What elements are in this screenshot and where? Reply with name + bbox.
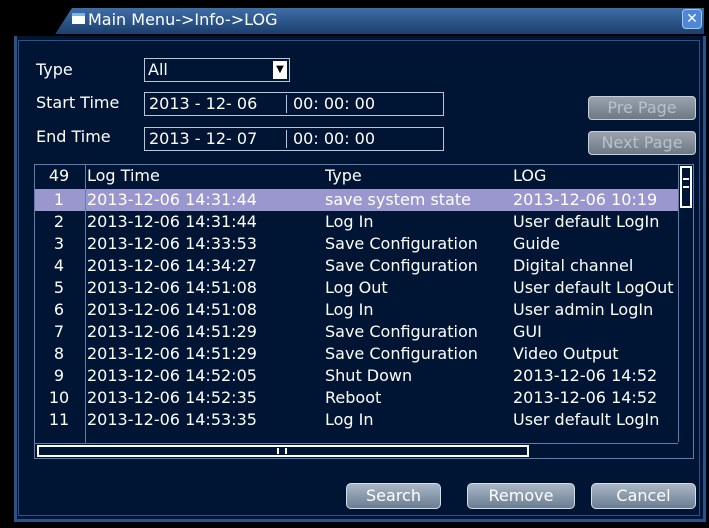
log-type-cell: Save Configuration [325, 322, 478, 341]
log-type-cell: Save Configuration [325, 256, 478, 275]
table-row[interactable]: 11 2013-12-06 14:53:35 Log In User default … [35, 409, 679, 431]
log-type-cell: Log In [325, 410, 374, 429]
remove-button[interactable]: Remove [467, 483, 575, 509]
end-time-input[interactable]: 2013 - 12- 07 00: 00: 00 [144, 127, 444, 151]
log-detail-cell: Video Output [513, 344, 619, 363]
log-time-cell: 2013-12-06 14:53:35 [87, 410, 257, 429]
search-button[interactable]: Search [346, 483, 441, 509]
table-row[interactable]: 4 2013-12-06 14:34:27 Save Configuration Di… [35, 255, 679, 277]
next-page-button[interactable]: Next Page [588, 131, 696, 155]
row-number: 6 [53, 300, 65, 319]
log-time-cell: 2013-12-06 14:33:53 [87, 234, 257, 253]
log-detail-cell: User default LogIn [513, 212, 660, 231]
log-detail-cell: 2013-12-06 14:52 [513, 366, 658, 385]
scroll-thumb[interactable] [680, 166, 692, 208]
log-type-cell: Log Out [325, 278, 388, 297]
divider [286, 95, 287, 113]
log-type-cell: Shut Down [325, 366, 413, 385]
table-row[interactable]: 3 2013-12-06 14:33:53 Save Configuration Gu… [35, 233, 679, 255]
row-number: 8 [53, 344, 65, 363]
log-header[interactable]: LOG [513, 165, 679, 186]
type-select[interactable]: All ▼ [144, 58, 290, 82]
log-detail-cell: User admin LogIn [513, 300, 654, 319]
chevron-down-icon[interactable]: ▼ [273, 61, 287, 79]
log-time-header[interactable]: Log Time [87, 165, 315, 186]
log-window: Main Menu->Info->LOG ✕ Type All ▼ Start … [0, 0, 709, 528]
scroll-thumb[interactable] [37, 445, 529, 457]
row-number: 9 [53, 366, 65, 385]
column-divider [85, 165, 86, 443]
end-time-value[interactable]: 00: 00: 00 [293, 128, 375, 150]
log-type-cell: Save Configuration [325, 234, 478, 253]
horizontal-scrollbar[interactable] [35, 443, 678, 458]
log-detail-cell: 2013-12-06 10:19 [513, 190, 658, 209]
log-detail-cell: Guide [513, 234, 560, 253]
end-date-value[interactable]: 2013 - 12- 07 [149, 128, 257, 150]
log-time-cell: 2013-12-06 14:52:05 [87, 366, 257, 385]
window-title: Main Menu->Info->LOG [88, 10, 278, 29]
log-time-cell: 2013-12-06 14:51:08 [87, 300, 257, 319]
table-row[interactable]: 8 2013-12-06 14:51:29 Save Configuration Vi… [35, 343, 679, 365]
table-row[interactable]: 1 2013-12-06 14:31:44 save system state 201… [35, 189, 679, 211]
log-type-cell: save system state [325, 190, 471, 209]
log-detail-cell: User default LogIn [513, 410, 660, 429]
log-type-cell: Log In [325, 300, 374, 319]
log-detail-cell: User default LogOut [513, 278, 674, 297]
type-label: Type [36, 60, 73, 79]
count-header: 49 [48, 166, 70, 185]
row-number: 11 [48, 410, 70, 429]
start-time-input[interactable]: 2013 - 12- 06 00: 00: 00 [144, 92, 444, 116]
log-detail-cell: GUI [513, 322, 542, 341]
table-row[interactable]: 9 2013-12-06 14:52:05 Shut Down 2013-12-06 … [35, 365, 679, 387]
log-time-cell: 2013-12-06 14:51:29 [87, 322, 257, 341]
log-type-cell: Log In [325, 212, 374, 231]
end-time-label: End Time [36, 127, 111, 146]
table-row[interactable]: 5 2013-12-06 14:51:08 Log Out User default … [35, 277, 679, 299]
table-row[interactable]: 7 2013-12-06 14:51:29 Save Configuration GU… [35, 321, 679, 343]
start-date-value[interactable]: 2013 - 12- 06 [149, 93, 257, 115]
table-row[interactable]: 6 2013-12-06 14:51:08 Log In User admin Log… [35, 299, 679, 321]
start-time-value[interactable]: 00: 00: 00 [293, 93, 375, 115]
start-time-label: Start Time [36, 93, 120, 112]
type-header[interactable]: Type [325, 165, 511, 186]
log-type-cell: Save Configuration [325, 344, 478, 363]
log-type-cell: Reboot [325, 388, 382, 407]
log-time-cell: 2013-12-06 14:31:44 [87, 190, 257, 209]
table-header: 49 Log Time Type LOG [35, 165, 679, 187]
log-time-cell: 2013-12-06 14:51:08 [87, 278, 257, 297]
row-number: 4 [53, 256, 65, 275]
log-time-cell: 2013-12-06 14:52:35 [87, 388, 257, 407]
log-time-cell: 2013-12-06 14:34:27 [87, 256, 257, 275]
row-number: 1 [53, 190, 65, 209]
row-number: 2 [53, 212, 65, 231]
divider [286, 130, 287, 148]
row-number: 5 [53, 278, 65, 297]
table-row[interactable]: 2 2013-12-06 14:31:44 Log In User default L… [35, 211, 679, 233]
log-detail-cell: Digital channel [513, 256, 634, 275]
log-detail-cell: 2013-12-06 14:52 [513, 388, 658, 407]
table-row[interactable]: 10 2013-12-06 14:52:35 Reboot 2013-12-06 14… [35, 387, 679, 409]
cancel-button[interactable]: Cancel [591, 483, 696, 509]
row-number: 3 [53, 234, 65, 253]
row-number: 10 [48, 388, 70, 407]
pre-page-button[interactable]: Pre Page [588, 96, 696, 120]
window-icon [72, 13, 85, 24]
row-number: 7 [53, 322, 65, 341]
close-icon[interactable]: ✕ [682, 9, 702, 29]
type-select-value: All [148, 60, 168, 79]
vertical-scrollbar[interactable] [678, 165, 693, 442]
log-time-cell: 2013-12-06 14:31:44 [87, 212, 257, 231]
log-time-cell: 2013-12-06 14:51:29 [87, 344, 257, 363]
log-table: 49 Log Time Type LOG 1 2013-12-06 14:31:4… [34, 164, 694, 459]
